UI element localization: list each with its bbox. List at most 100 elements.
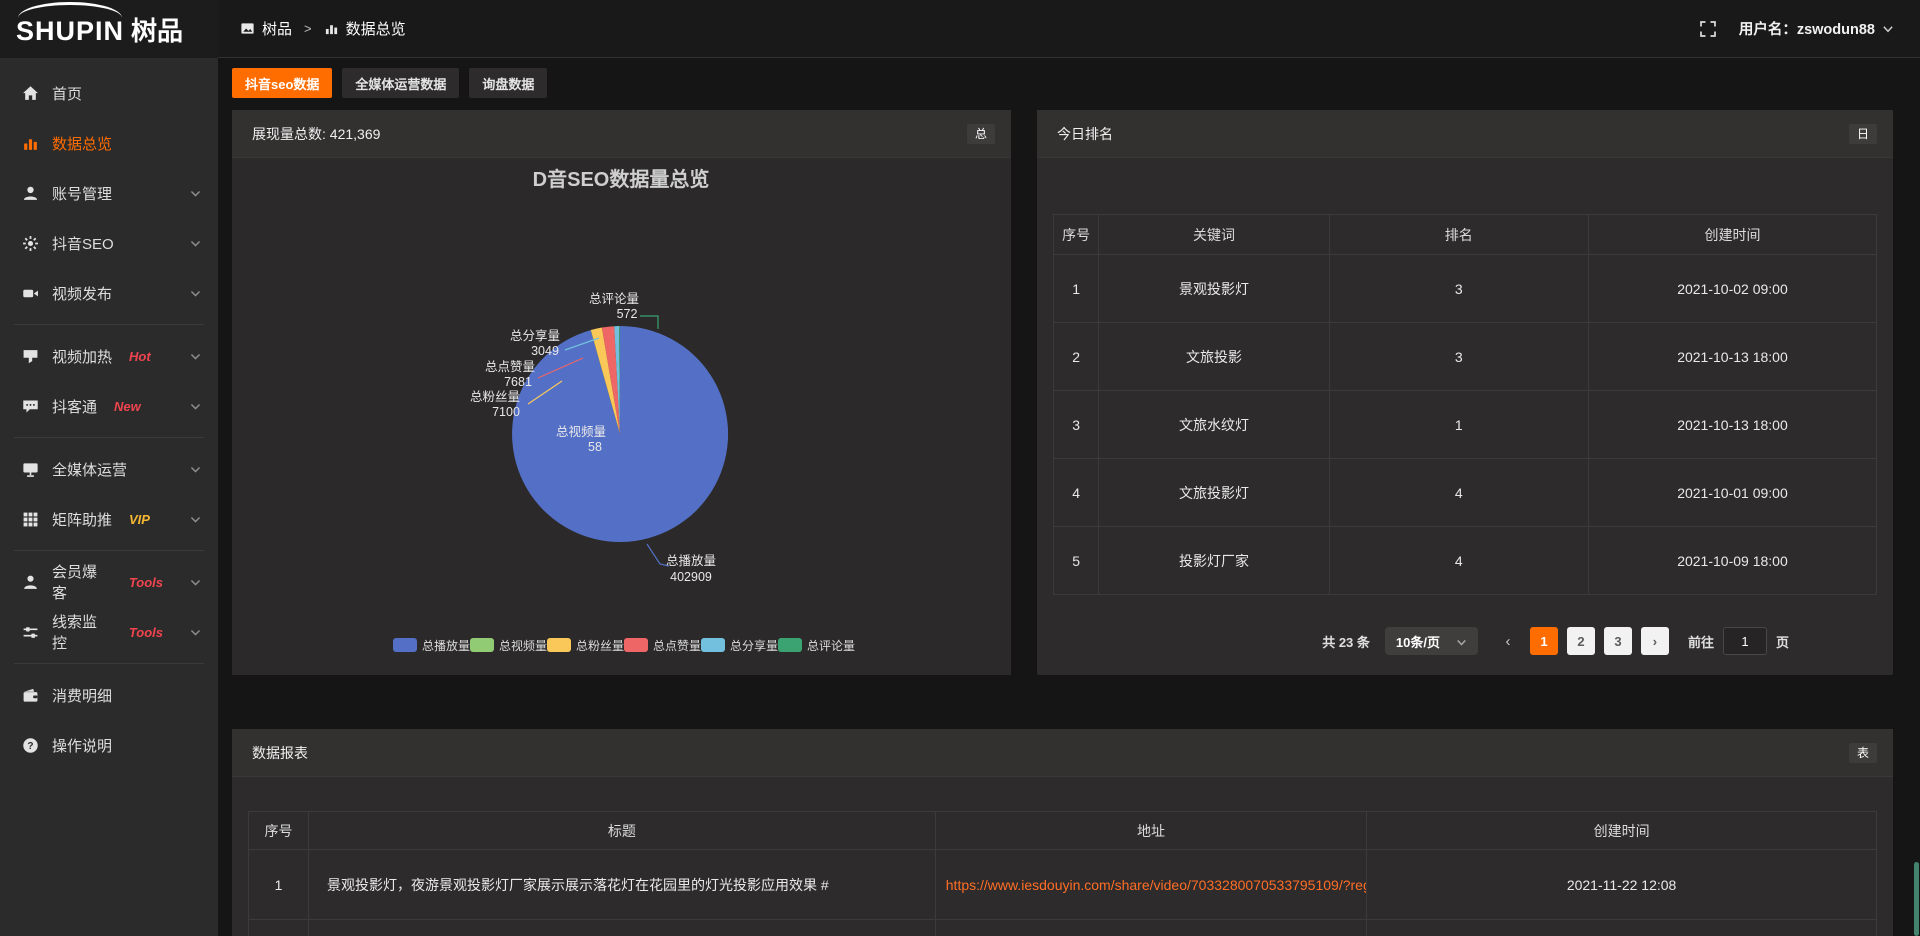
sidebar-item-consumption[interactable]: 消费明细 [0,670,218,720]
sidebar-item-label: 矩阵助推 [52,509,112,530]
sidebar-item-label: 视频发布 [52,283,112,304]
sidebar-item-data-overview[interactable]: 数据总览 [0,118,218,168]
tools-badge: Tools [129,625,163,640]
pie-value-shares: 3049 [531,344,559,358]
chevron-down-icon [189,626,202,639]
table-toggle-button[interactable]: 表 [1849,743,1877,763]
page-size-select[interactable]: 10条/页 [1385,627,1478,655]
breadcrumb-item-shupin[interactable]: 树品 [240,18,292,39]
svg-text:总粉丝量: 总粉丝量 [576,639,624,653]
content: 抖音seo数据 全媒体运营数据 询盘数据 展现量总数: 421,369 总 D音… [218,58,1920,936]
sidebar-item-douyin-seo[interactable]: 抖音SEO [0,218,218,268]
sidebar-item-member-leads[interactable]: 会员爆客 Tools [0,557,218,607]
pie-chart-svg: D音SEO数据量总览 [232,158,1011,675]
page-button-2[interactable]: 2 [1567,627,1595,655]
menu-divider [14,550,204,551]
app-grid-icon [240,21,255,36]
col-no: 序号 [1054,215,1099,255]
rank-panel: 今日排名 日 序号 关键词 排名 创建时间 [1037,110,1893,675]
svg-text:总评论量: 总评论量 [807,639,855,653]
pie-value-video: 58 [588,440,602,454]
sidebar-item-clue-monitor[interactable]: 线索监控 Tools [0,607,218,657]
chevron-down-icon [189,187,202,200]
overview-panel-header: 展现量总数: 421,369 总 [232,110,1011,158]
pie-slice-play[interactable] [512,326,728,542]
fullscreen-icon[interactable] [1699,20,1717,38]
rank-panel-header: 今日排名 日 [1037,110,1893,158]
table-row: 1 景观投影灯，夜游景观投影灯厂家展示展示落花灯在花园里的灯光投影应用效果 # … [249,850,1877,920]
pie-label-fans: 总粉丝量 [470,389,520,404]
tab-douyin-seo-data[interactable]: 抖音seo数据 [232,68,332,98]
day-toggle-button[interactable]: 日 [1849,124,1877,144]
total-toggle-button[interactable]: 总 [967,124,995,144]
page-scrollbar-thumb[interactable] [1914,862,1919,936]
table-row: 1 景观投影灯 3 2021-10-02 09:00 [1054,255,1877,323]
sidebar-item-account[interactable]: 账号管理 [0,168,218,218]
col-created: 创建时间 [1588,215,1876,255]
label-line-comments [640,316,658,329]
topbar: 树品 > 数据总览 用户名：zswodun88 [218,0,1920,58]
rank-body: 序号 关键词 排名 创建时间 1 景观投影灯 3 [1037,158,1893,675]
legend-item-play[interactable]: 总播放量 [393,638,470,653]
tab-media-operation-data[interactable]: 全媒体运营数据 [342,68,459,98]
app-root: SHUPIN 树品 首页 数据总览 账号管理 [0,0,1920,936]
sidebar-item-label: 消费明细 [52,685,112,706]
legend-item-video[interactable]: 总视频量 [470,638,547,653]
page-button-1[interactable]: 1 [1530,627,1558,655]
video-url-link[interactable]: https://www.iesdouyin.com/share/video/70… [946,877,1367,893]
sidebar-item-label: 视频加热 [52,346,112,367]
sidebar-item-instructions[interactable]: ? 操作说明 [0,720,218,770]
sidebar-item-label: 操作说明 [52,735,112,756]
pie-chart: D音SEO数据量总览 [232,158,1011,675]
sidebar-item-home[interactable]: 首页 [0,68,218,118]
bar-chart-icon [22,135,39,152]
prev-page-button[interactable]: ‹ [1495,627,1521,655]
chevron-down-icon [189,287,202,300]
rank-title: 今日排名 [1057,124,1113,144]
legend-item-shares[interactable]: 总分享量 [701,638,778,653]
tab-inquiry-data[interactable]: 询盘数据 [469,68,547,98]
logo-arc [18,2,122,18]
col-title: 标题 [309,812,936,850]
table-row-partial [249,920,1877,936]
goto-label: 前往 [1688,632,1714,651]
page-button-3[interactable]: 3 [1604,627,1632,655]
menu-divider [14,324,204,325]
report-title: 数据报表 [252,743,308,763]
question-icon: ? [22,737,39,754]
next-page-button[interactable]: › [1641,627,1669,655]
sidebar-item-label: 账号管理 [52,183,112,204]
chevron-down-icon [189,513,202,526]
col-rank: 排名 [1329,215,1588,255]
sidebar-item-video-heat[interactable]: 视频加热 Hot [0,331,218,381]
sliders-icon [22,624,39,641]
breadcrumb-label: 树品 [262,18,292,39]
report-panel-header: 数据报表 表 [232,729,1893,777]
report-table: 序号 标题 地址 创建时间 1 景观投影灯，夜游景观投影灯厂家展示展示落花灯在花… [248,811,1877,936]
table-row: 4 文旅投影灯 4 2021-10-01 09:00 [1054,459,1877,527]
sidebar-item-label: 全媒体运营 [52,459,127,480]
screen-push-icon [22,348,39,365]
pagination: 共 23 条 10条/页 ‹ 1 2 3 › [1053,627,1877,655]
legend-item-likes[interactable]: 总点赞量 [624,638,701,653]
sidebar-item-label: 数据总览 [52,133,112,154]
sidebar-item-video-publish[interactable]: 视频发布 [0,268,218,318]
user-menu[interactable]: 用户名：zswodun88 [1739,18,1894,39]
sidebar-item-matrix-boost[interactable]: 矩阵助推 VIP [0,494,218,544]
col-no: 序号 [249,812,309,850]
goto-page-input[interactable] [1723,627,1767,655]
chat-icon [22,398,39,415]
pie-value-likes: 7681 [504,375,532,389]
sidebar-menu: 首页 数据总览 账号管理 [0,58,218,936]
sidebar-item-douketong[interactable]: 抖客通 New [0,381,218,431]
chevron-down-icon [189,350,202,363]
pie-label-shares: 总分享量 [510,328,560,343]
breadcrumb-label: 数据总览 [346,18,406,39]
breadcrumb-item-overview[interactable]: 数据总览 [324,18,406,39]
member-icon [22,574,39,591]
pie-value-play: 402909 [670,570,712,584]
legend-item-comments[interactable]: 总评论量 [778,638,855,653]
legend-item-fans[interactable]: 总粉丝量 [547,638,624,653]
pie-label-likes: 总点赞量 [485,360,535,374]
sidebar-item-media-operation[interactable]: 全媒体运营 [0,444,218,494]
